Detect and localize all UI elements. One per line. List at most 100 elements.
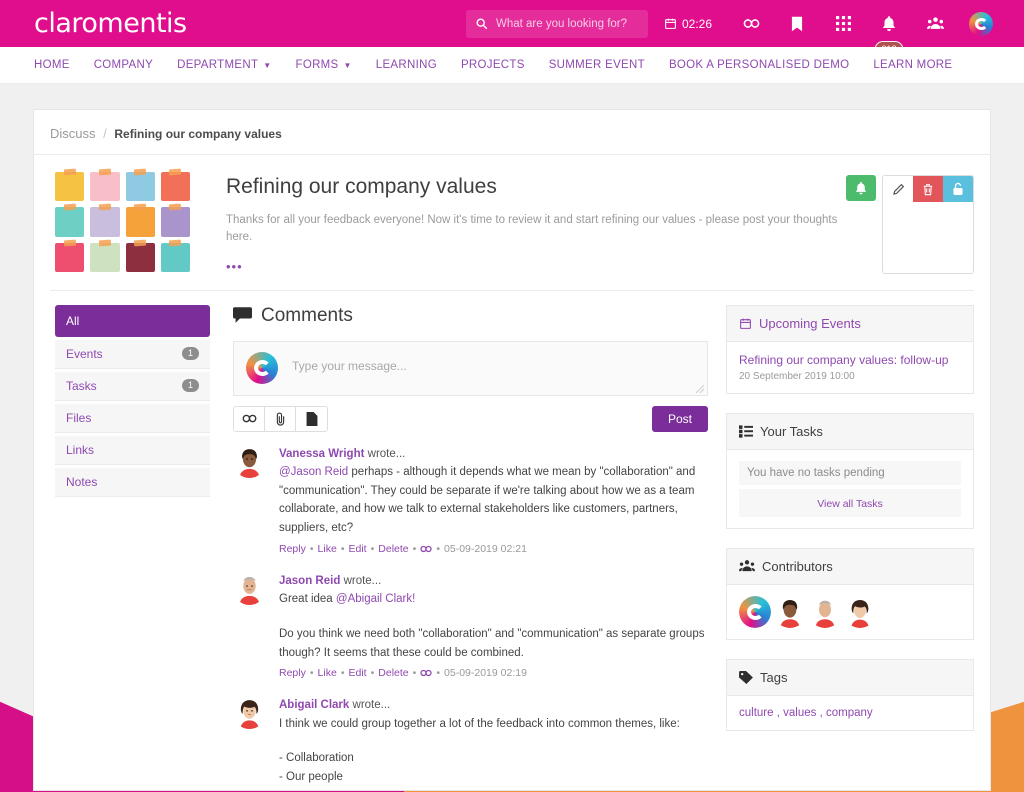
comments-title: Comments	[261, 304, 353, 326]
bell-icon[interactable]: 318	[866, 0, 912, 58]
delete-link[interactable]: Delete	[378, 667, 408, 679]
comment-composer[interactable]	[233, 340, 708, 396]
search-box[interactable]	[465, 9, 648, 38]
nav-label: PROJECTS	[460, 59, 525, 71]
nav-item-company[interactable]: COMPANY	[82, 59, 165, 71]
avatar-vanessa[interactable]	[774, 595, 806, 628]
avatar-abigail[interactable]	[233, 696, 266, 730]
expand-more-button[interactable]: •••	[226, 259, 846, 274]
clock-widget[interactable]: 02:26	[656, 17, 728, 31]
widget-title: Upcoming Events	[727, 305, 973, 342]
comment-author-line: Abigail Clark wrote...	[279, 696, 708, 715]
resize-handle[interactable]	[696, 384, 704, 393]
comment-text-lead: Great idea	[279, 593, 336, 606]
mention-link[interactable]: @Abigail Clark!	[336, 593, 415, 605]
edit-link[interactable]: Edit	[349, 543, 367, 555]
avatar-jason[interactable]	[809, 595, 841, 628]
avatar-claromentis[interactable]	[739, 595, 771, 628]
list-icon	[739, 424, 753, 438]
delete-link[interactable]: Delete	[378, 543, 408, 555]
widget-title-label: Your Tasks	[760, 423, 823, 439]
tag-separator: ,	[816, 706, 826, 719]
comments-list: Vanessa Wright wrote... @Jason Reid perh…	[233, 444, 708, 790]
tag-icon	[739, 670, 753, 684]
people-icon[interactable]	[912, 0, 958, 47]
calendar-icon	[664, 17, 677, 30]
link-icon[interactable]	[420, 667, 432, 679]
nav-label: FORMS	[295, 59, 339, 71]
tag-values[interactable]: values	[783, 707, 816, 719]
widget-title-label: Tags	[760, 669, 788, 685]
nav-item-projects[interactable]: PROJECTS	[449, 59, 537, 71]
avatar-vanessa[interactable]	[233, 444, 266, 478]
document-icon[interactable]	[296, 406, 327, 431]
view-all-tasks-link[interactable]: View all Tasks	[817, 498, 883, 510]
like-link[interactable]: Like	[318, 543, 337, 555]
right-sidebar: Upcoming Events Refining our company val…	[726, 304, 974, 791]
nav-item-department[interactable]: DEPARTMENT ▼	[165, 59, 283, 71]
link-icon[interactable]	[234, 406, 265, 431]
apps-grid-icon[interactable]	[820, 0, 866, 47]
widget-body: culture , values , company	[727, 696, 973, 730]
comment-input[interactable]	[292, 358, 695, 373]
sidebar-item-links[interactable]: Links	[55, 435, 210, 465]
comment-author[interactable]: Vanessa Wright	[279, 448, 364, 460]
sidebar-item-events[interactable]: Events 1	[55, 339, 210, 369]
edit-link[interactable]: Edit	[349, 667, 367, 679]
link-icon[interactable]	[728, 0, 774, 47]
nav-label: SUMMER EVENT	[548, 59, 645, 71]
comment-author[interactable]: Abigail Clark	[279, 699, 349, 711]
post-button[interactable]: Post	[651, 405, 708, 432]
sidebar-item-label: Tasks	[66, 378, 97, 393]
like-link[interactable]: Like	[318, 667, 337, 679]
link-icon[interactable]	[420, 543, 432, 555]
mention-link[interactable]: @Jason Reid	[279, 466, 348, 478]
tag-culture[interactable]: culture	[739, 707, 774, 719]
content-body: All Events 1 Tasks 1 Files Links Notes C…	[34, 291, 990, 791]
breadcrumb-root[interactable]: Discuss	[50, 126, 96, 141]
sidebar-item-all[interactable]: All	[55, 304, 210, 337]
delete-button[interactable]	[913, 176, 943, 202]
edit-button[interactable]	[883, 176, 913, 202]
sidebar-item-notes[interactable]: Notes	[55, 467, 210, 497]
event-link[interactable]: Refining our company values: follow-up	[739, 353, 961, 367]
clock-time: 02:26	[681, 16, 712, 31]
nav-item-forms[interactable]: FORMS ▼	[284, 59, 364, 71]
reply-link[interactable]: Reply	[279, 543, 306, 555]
sidebar-item-files[interactable]: Files	[55, 403, 210, 433]
comment-blank-line	[279, 733, 708, 749]
follow-button[interactable]	[846, 175, 876, 201]
nav-item-home[interactable]: HOME	[22, 59, 82, 71]
sticky-note	[160, 172, 190, 202]
topic-actions	[846, 169, 974, 274]
tag-company[interactable]: company	[826, 707, 873, 719]
composer-toolbar: Post	[233, 405, 708, 432]
nav-item-learn-more[interactable]: LEARN MORE	[861, 59, 964, 71]
comment-text: Do you think we need both "collaboration…	[279, 627, 705, 659]
nav-item-book-demo[interactable]: BOOK A PERSONALISED DEMO	[657, 59, 861, 71]
chevron-down-icon: ▼	[263, 60, 272, 70]
sticky-note	[55, 172, 85, 202]
user-avatar[interactable]	[958, 0, 1004, 47]
brand-logo[interactable]: claromentis	[34, 8, 187, 39]
topic-thumbnail	[55, 172, 190, 272]
comment-text: - Collaboration	[279, 752, 354, 765]
comment-meta: Reply • Like • Edit • Delete • • 05-09-2019 02:19	[279, 667, 527, 680]
reply-link[interactable]: Reply	[279, 667, 306, 679]
avatar-jason[interactable]	[233, 571, 266, 605]
group-icon	[739, 559, 755, 573]
avatar-abigail[interactable]	[844, 595, 876, 628]
avatar	[969, 11, 993, 36]
comment-item: Abigail Clark wrote... I think we could …	[233, 696, 708, 790]
search-input[interactable]	[495, 17, 639, 30]
paperclip-icon[interactable]	[265, 406, 296, 431]
sidebar-item-label: Files	[66, 410, 92, 425]
comment-author[interactable]: Jason Reid	[279, 575, 340, 587]
sidebar-item-tasks[interactable]: Tasks 1	[55, 371, 210, 401]
comment-wrote-label: wrote...	[367, 447, 406, 460]
lock-button[interactable]	[943, 176, 973, 202]
sidebar-item-label: All	[66, 313, 80, 328]
nav-item-summer-event[interactable]: SUMMER EVENT	[537, 59, 657, 71]
bookmark-icon[interactable]	[774, 0, 820, 47]
nav-item-learning[interactable]: LEARNING	[364, 59, 449, 71]
